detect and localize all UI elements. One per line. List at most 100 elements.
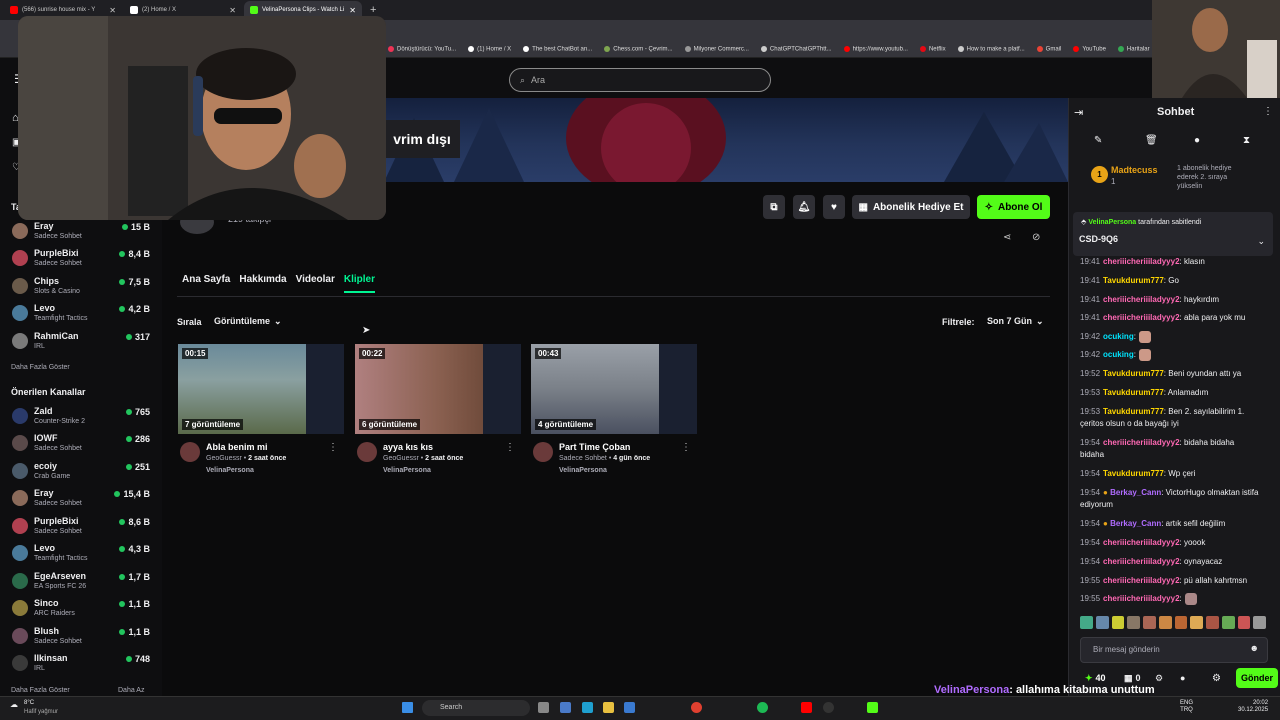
clip-thumbnail[interactable]: 00:15 7 görüntüleme (178, 344, 344, 434)
bookmark-item[interactable]: Milyoner Commerc... (684, 46, 749, 53)
bookmark-item[interactable]: https://www.youtub... (843, 46, 908, 53)
search-input[interactable]: ⌕ Ara (509, 68, 771, 92)
sidebar-recommended-ecoiy[interactable]: ecoiy Crab Game 251 (12, 461, 152, 485)
widgets-icon[interactable] (560, 702, 571, 713)
pinned-message[interactable]: ⬘ VelinaPersona tarafından sabitlendi CS… (1073, 212, 1273, 256)
close-icon[interactable]: ✕ (229, 6, 236, 15)
emote-icon[interactable] (1143, 616, 1156, 629)
share-icon[interactable]: ⋖ (1003, 232, 1011, 243)
gift-subscription-button[interactable]: ▦ Abonelik Hediye Et (852, 195, 970, 219)
emote-icon[interactable] (1237, 616, 1251, 629)
bookmark-item[interactable]: Dönüştürücü: YouTu... (388, 46, 456, 53)
subscribe-button[interactable]: ✧ Abone Ol (977, 195, 1050, 219)
trash-icon[interactable]: 🗑︎ (1145, 135, 1158, 146)
bookmark-item[interactable]: How to make a platf... (957, 46, 1025, 53)
tab-about[interactable]: Hakkımda (239, 274, 286, 293)
clock[interactable]: 20:02 30.12.2025 (1238, 700, 1268, 714)
emoji-icon[interactable]: ☻ (1250, 643, 1259, 653)
tab-videos[interactable]: Videolar (296, 274, 335, 293)
bookmark-item[interactable]: ChatGPTChatGPThtt... (760, 46, 832, 53)
notification-button[interactable]: 🔔︎ (793, 195, 815, 219)
emote-icon[interactable] (1253, 616, 1266, 629)
sidebar-followed-levo[interactable]: Levo Teamfight Tactics 4,2 B (12, 303, 152, 327)
gifter-name[interactable]: Madtecuss (1111, 165, 1158, 175)
bookmark-item[interactable]: YouTube (1073, 46, 1106, 53)
sidebar-recommended-blush[interactable]: Blush Sadece Sohbet 1,1 B (12, 626, 152, 650)
show-more-link[interactable]: Daha Fazla Göster (11, 364, 70, 371)
sidebar-followed-rahmican[interactable]: RahmiCan IRL 317 (12, 331, 152, 355)
sidebar-recommended-eray[interactable]: Eray Sadece Sohbet 15,4 B (12, 488, 152, 512)
sidebar-recommended-egearseven[interactable]: EgeArseven EA Sports FC 26 1,7 B (12, 571, 152, 595)
sidebar-followed-eray[interactable]: Eray Sadece Sohbet 15 B (12, 221, 152, 245)
clip-card[interactable]: 00:43 4 görüntüleme Part Time Çoban Sadec… (531, 344, 697, 474)
emote-icon[interactable] (1221, 616, 1235, 629)
chat-bubble-icon[interactable]: ● (1194, 135, 1200, 146)
settings-gear-icon[interactable]: ⚙ (1212, 673, 1221, 684)
sidebar-recommended-levo[interactable]: Levo Teamfight Tactics 4,3 B (12, 543, 152, 567)
sort-select[interactable]: Görüntüleme ⌄ (214, 316, 282, 327)
store-icon[interactable] (624, 702, 635, 713)
more-options-icon[interactable]: ⋮ (505, 442, 515, 453)
windows-start-icon[interactable] (402, 702, 413, 713)
more-options-icon[interactable]: ⋮ (1263, 106, 1273, 117)
avatar[interactable] (533, 442, 553, 462)
clip-thumbnail[interactable]: 00:22 6 görüntüleme (355, 344, 521, 434)
chat-input[interactable]: Bir mesaj gönderin ☻ (1080, 637, 1268, 663)
emote-icon[interactable] (1206, 616, 1219, 629)
edge-icon[interactable] (582, 702, 593, 713)
hourglass-icon[interactable]: ⧗ (1243, 135, 1250, 146)
sidebar-followed-chips[interactable]: Chips Slots & Casino 7,5 B (12, 276, 152, 300)
theater-mode-button[interactable]: ⧉ (763, 195, 785, 219)
show-less-link[interactable]: Daha Az (118, 687, 144, 694)
obs-icon[interactable] (823, 702, 834, 713)
close-icon[interactable]: ✕ (349, 6, 356, 15)
chevron-down-icon[interactable]: ⌄ (1257, 236, 1265, 247)
emote-icon[interactable] (1158, 616, 1172, 629)
sidebar-recommended-zald[interactable]: Zald Counter-Strike 2 765 (12, 406, 152, 430)
emote-icon[interactable] (1190, 616, 1203, 629)
bookmark-item[interactable]: The best ChatBot an... (523, 46, 592, 53)
tab-home[interactable]: Ana Sayfa (182, 274, 230, 293)
sidebar-recommended-ilkinsan[interactable]: Ilkinsan IRL 748 (12, 653, 152, 677)
sidebar-recommended-iowf[interactable]: IOWF Sadece Sohbet 286 (12, 433, 152, 457)
bookmark-item[interactable]: Haritalar (1117, 46, 1150, 53)
chrome-icon[interactable] (691, 702, 702, 713)
emote-icon[interactable] (1111, 616, 1125, 629)
filter-select[interactable]: Son 7 Gün ⌄ (987, 316, 1044, 327)
bookmark-item[interactable]: (1) Home / X (468, 46, 511, 53)
pin-icon[interactable]: ✎ (1094, 135, 1102, 146)
close-icon[interactable]: ✕ (109, 6, 116, 15)
gift-counter[interactable]: ▦ 0 (1124, 673, 1141, 684)
weather-icon[interactable]: ☁ (10, 700, 18, 709)
clip-thumbnail[interactable]: 00:43 4 görüntüleme (531, 344, 697, 434)
channel-points[interactable]: ✦ 40 (1085, 673, 1106, 684)
kick-icon[interactable] (867, 702, 878, 713)
emote-icon[interactable] (1095, 616, 1109, 629)
taskbar-search[interactable]: Search (422, 700, 530, 716)
more-options-icon[interactable]: ⋮ (328, 442, 338, 453)
avatar[interactable] (180, 442, 200, 462)
collapse-chat-icon[interactable]: ⇥ (1074, 106, 1083, 119)
tab-clips[interactable]: Klipler (343, 274, 376, 293)
bookmark-item[interactable]: Netflix (919, 46, 946, 53)
hide-icon[interactable]: ⊘ (1032, 232, 1040, 243)
taskview-icon[interactable] (538, 702, 549, 713)
explorer-icon[interactable] (603, 702, 614, 713)
clip-card[interactable]: 00:15 7 görüntüleme Abla benim mi GeoGues… (178, 344, 344, 474)
settings-icon[interactable]: ⚙ (1155, 673, 1163, 684)
chat-bubble-icon[interactable]: ● (1180, 673, 1185, 683)
new-tab-icon[interactable]: + (370, 4, 376, 16)
emote-icon[interactable] (1174, 616, 1188, 629)
bookmark-item[interactable]: Chess.com - Çevrim... (604, 46, 673, 53)
send-button[interactable]: Gönder (1236, 668, 1278, 688)
emote-icon[interactable] (1080, 616, 1093, 629)
bookmark-item[interactable]: Gmail (1036, 46, 1061, 53)
sidebar-recommended-purplebixi[interactable]: PurpleBixi Sadece Sohbet 8,6 B (12, 516, 152, 540)
show-more-link[interactable]: Daha Fazla Göster (11, 687, 70, 694)
youtube-icon[interactable] (801, 702, 812, 713)
sidebar-recommended-sinco[interactable]: Sinco ARC Raiders 1,1 B (12, 598, 152, 622)
avatar[interactable] (357, 442, 377, 462)
language-indicator[interactable]: ENG TRQ (1180, 700, 1193, 714)
spotify-icon[interactable] (757, 702, 768, 713)
sidebar-followed-purplebixi[interactable]: PurpleBixi Sadece Sohbet 8,4 B (12, 248, 152, 272)
